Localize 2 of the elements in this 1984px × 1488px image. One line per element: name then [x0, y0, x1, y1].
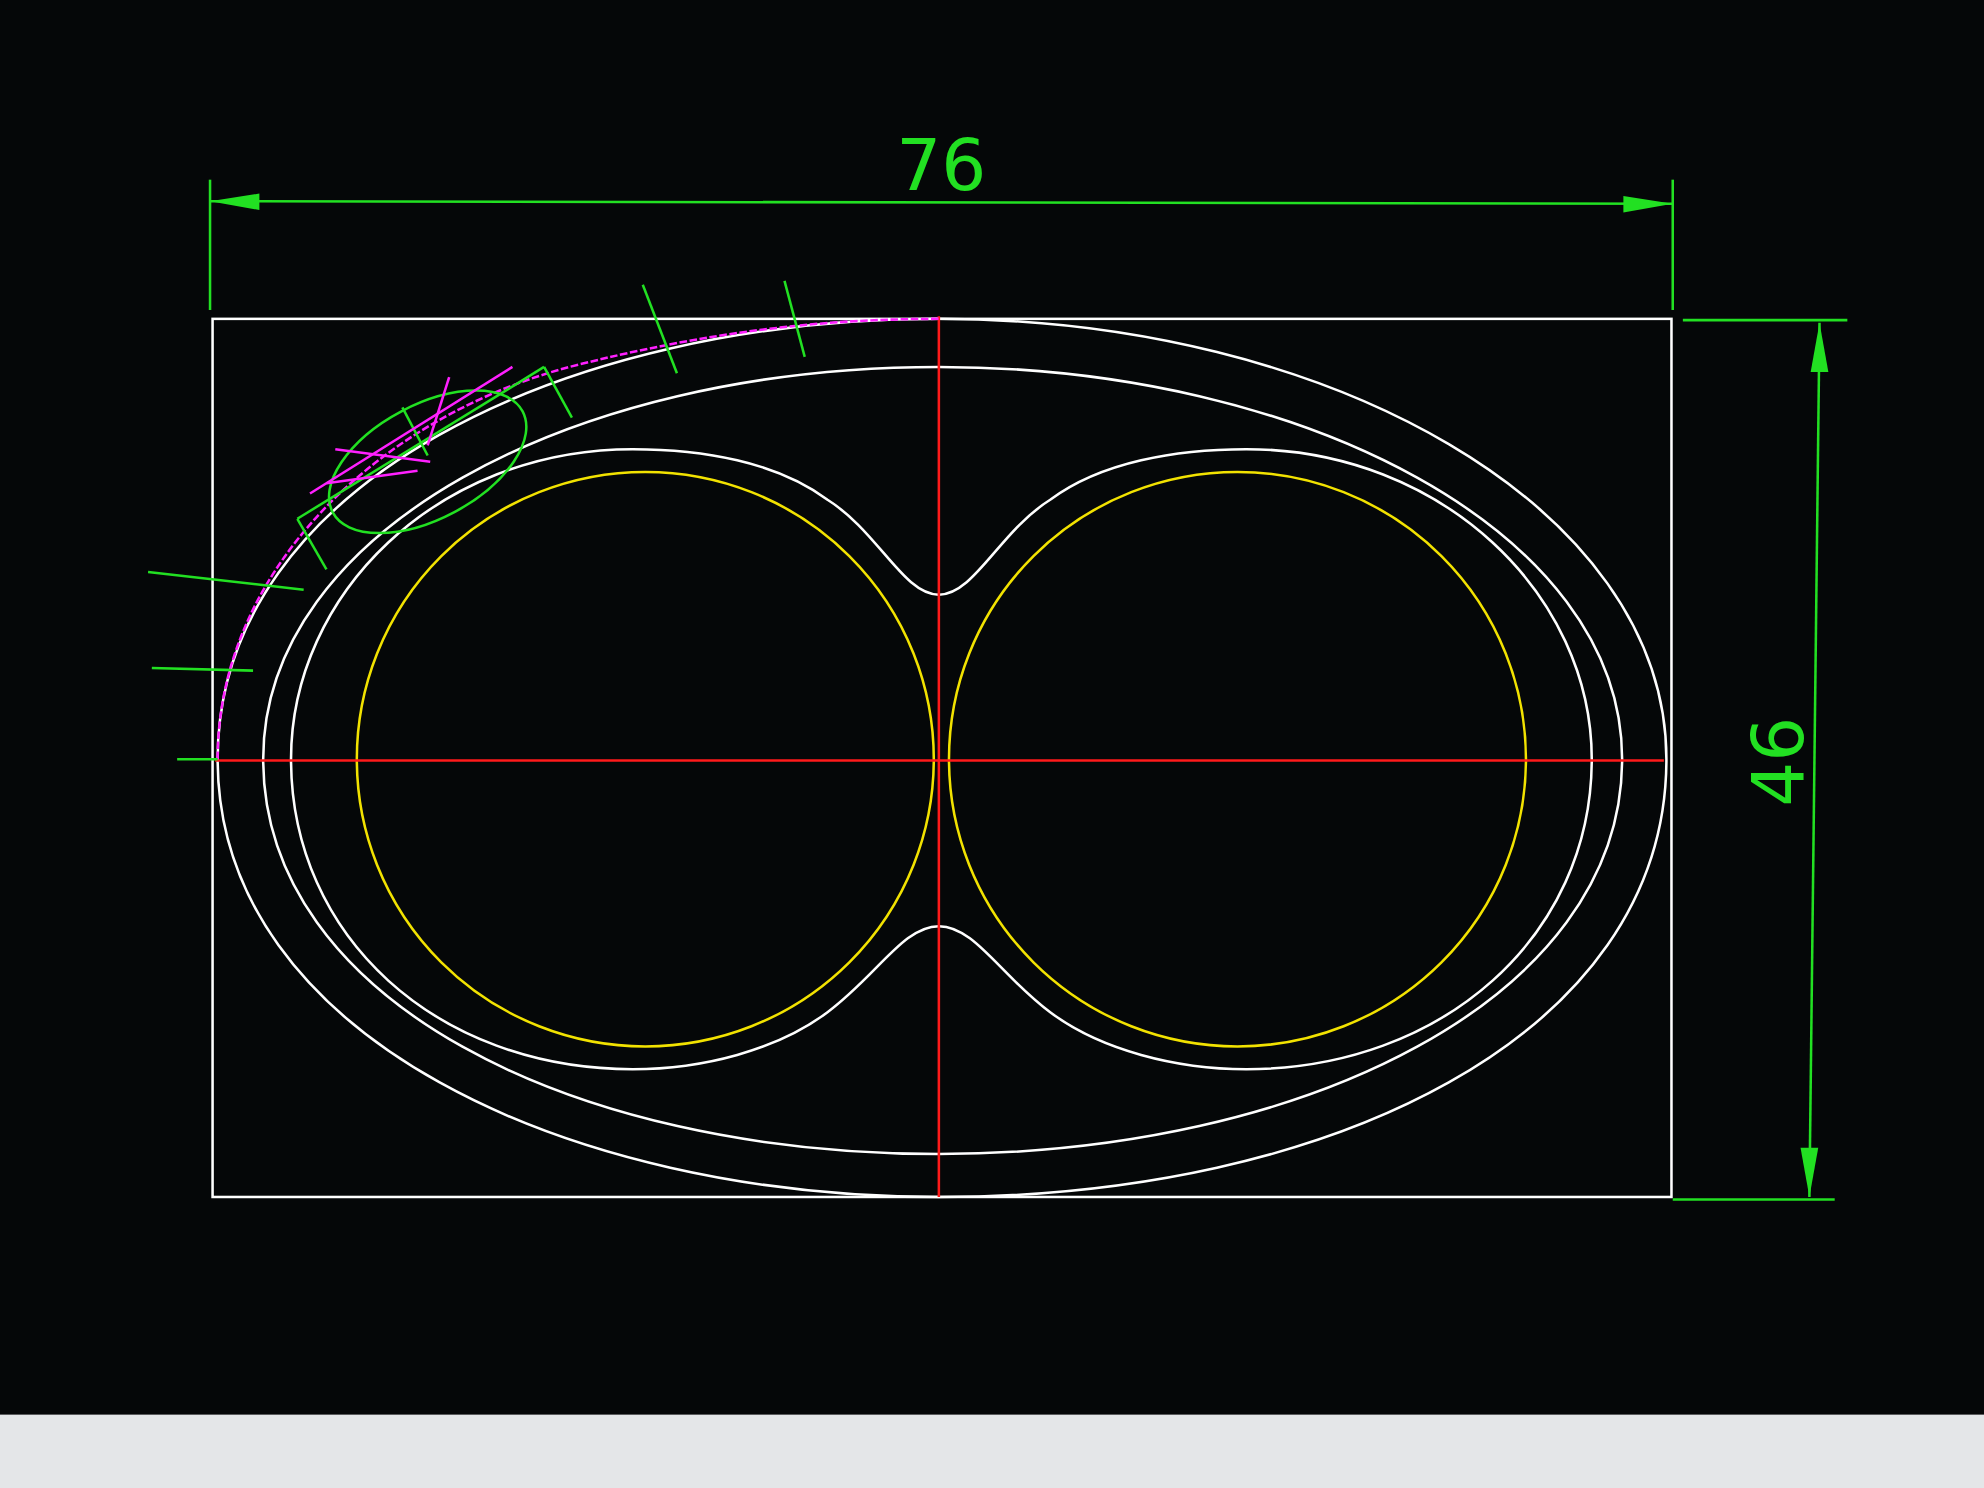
- dimension-text: 76: [896, 123, 987, 207]
- dimension-text: 46: [1737, 716, 1821, 807]
